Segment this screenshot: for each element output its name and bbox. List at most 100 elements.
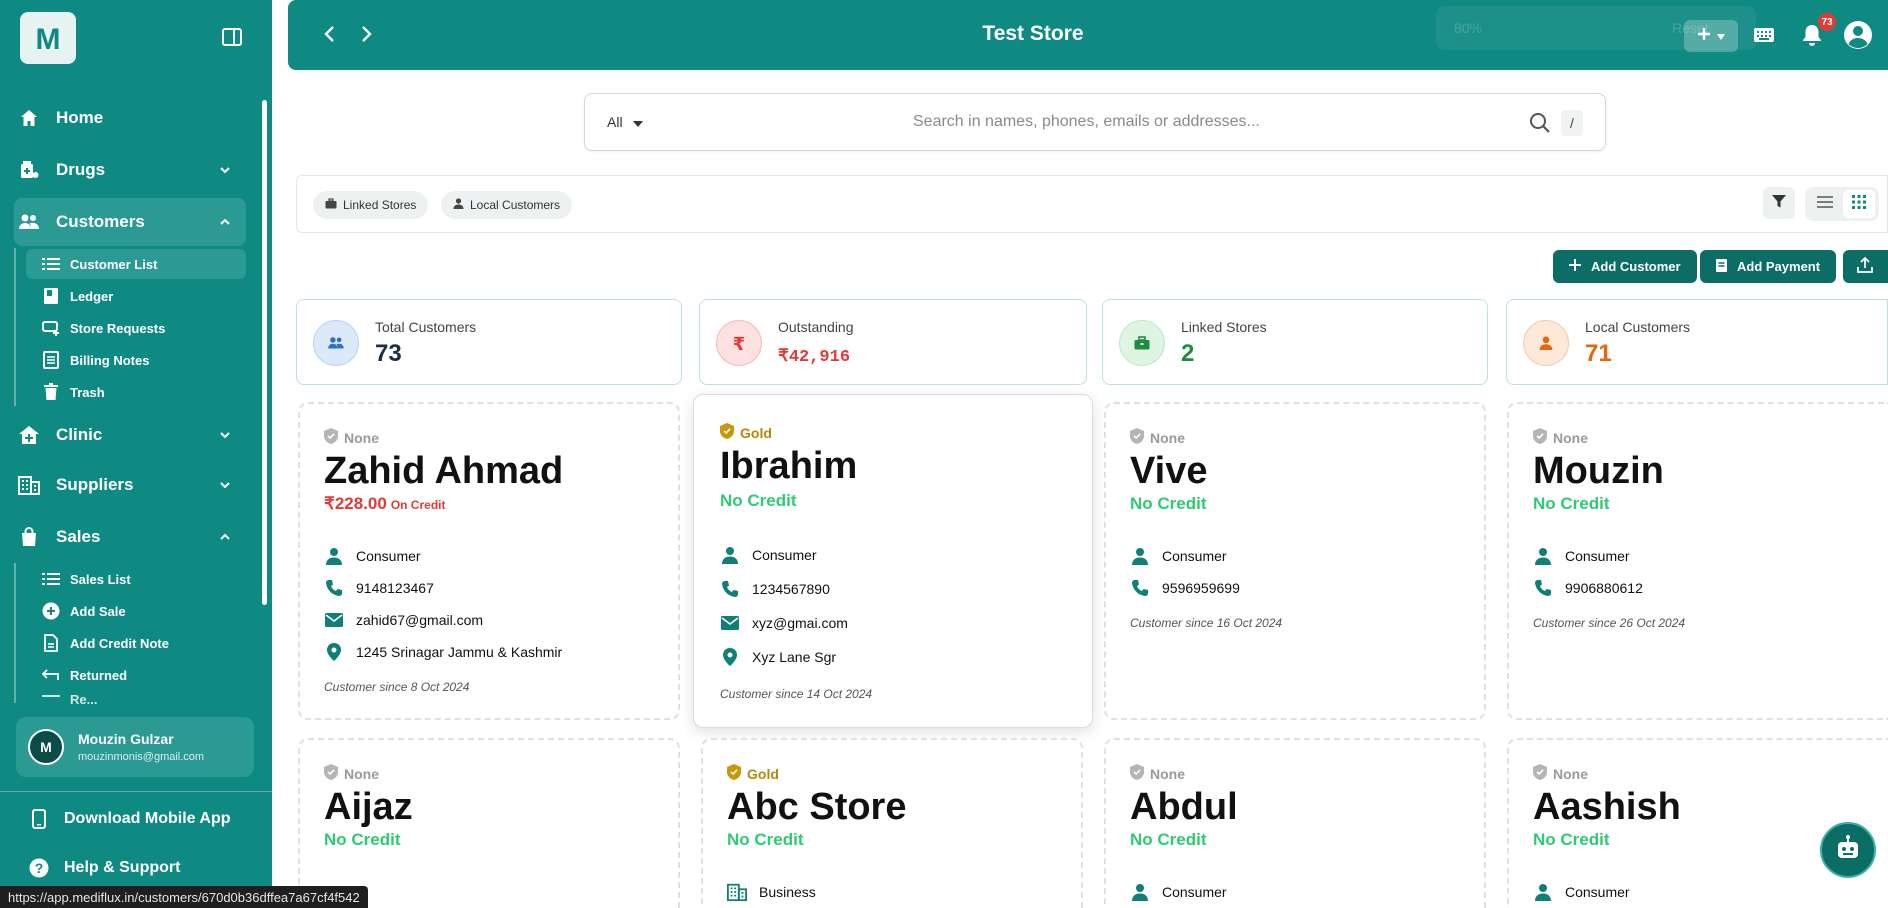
assistant-bot-button[interactable]: [1820, 822, 1876, 878]
sidebar-item-home[interactable]: Home: [14, 94, 246, 142]
customer-card[interactable]: None Aashish No Credit Consumer: [1507, 738, 1888, 908]
customer-name: Vive: [1130, 450, 1208, 492]
person-icon: [453, 198, 464, 212]
stat-value: 73: [375, 340, 402, 367]
customer-card[interactable]: None Mouzin No Credit Consumer 990688061…: [1507, 402, 1888, 720]
search-icon[interactable]: [1529, 112, 1551, 134]
return-arrow-icon: [42, 666, 60, 684]
stat-label: Local Customers: [1585, 319, 1691, 335]
users-icon: [18, 211, 40, 233]
list-view-button[interactable]: [1809, 190, 1841, 218]
customer-phone: 1234567890: [720, 579, 830, 599]
chevron-down-icon: [218, 162, 232, 176]
customer-card[interactable]: None Zahid Ahmad ₹228.00 On Credit Consum…: [298, 402, 680, 720]
tier-badge: Gold: [720, 423, 772, 442]
tier-badge: None: [1130, 428, 1185, 447]
person-icon: [1130, 546, 1150, 566]
sidebar-item-ledger[interactable]: Ledger: [26, 281, 246, 311]
view-toggle: [1805, 187, 1879, 221]
tier-badge: None: [1533, 764, 1588, 783]
filter-button[interactable]: [1763, 187, 1795, 219]
shield-check-icon: [727, 764, 741, 783]
customer-email: zahid67@gmail.com: [324, 610, 483, 630]
customer-card[interactable]: Gold Abc Store No Credit Business: [701, 738, 1083, 908]
home-icon: [18, 107, 40, 129]
customer-address: 1245 Srinagar Jammu & Kashmir: [324, 642, 562, 662]
help-support-link[interactable]: ? Help & Support: [28, 857, 180, 879]
mail-icon: [720, 613, 740, 633]
location-pin-icon: [720, 647, 740, 667]
caret-down-icon: [1717, 27, 1725, 45]
sidebar-item-add-credit-note[interactable]: Add Credit Note: [26, 628, 246, 658]
download-label: Download Mobile App: [64, 810, 231, 827]
shield-check-icon: [1533, 428, 1547, 447]
chevron-down-icon: [218, 427, 232, 441]
sidebar-item-drugs[interactable]: Drugs: [14, 146, 246, 194]
stat-total-customers: Total Customers 73: [296, 299, 682, 385]
chip-local-customers[interactable]: Local Customers: [441, 191, 573, 219]
tier-badge: None: [324, 428, 379, 447]
phone-icon: [1130, 578, 1150, 598]
customer-since: Customer since 26 Oct 2024: [1533, 616, 1686, 630]
top-bar: Test Store 80% Reset: [288, 0, 1888, 70]
tier-badge: None: [1130, 764, 1185, 783]
sidebar-item-partial[interactable]: Re...: [26, 692, 246, 704]
sidebar-item-suppliers[interactable]: Suppliers: [14, 461, 246, 509]
app-logo[interactable]: M: [20, 12, 76, 64]
grid-view-button[interactable]: [1843, 190, 1875, 218]
collapse-sidebar-icon[interactable]: [222, 28, 242, 46]
tier-badge: Gold: [727, 764, 779, 783]
chevron-up-icon: [218, 529, 232, 543]
briefcase-icon: [325, 198, 337, 212]
search-scope-value: All: [607, 114, 623, 130]
sidebar-item-returned[interactable]: Returned: [26, 660, 246, 690]
account-icon[interactable]: [1843, 20, 1873, 50]
mobile-phone-icon: [28, 808, 50, 830]
customer-card[interactable]: None Abdul No Credit Consumer: [1104, 738, 1486, 908]
stat-local-customers: Local Customers 71: [1506, 299, 1888, 385]
customer-card[interactable]: None Aijaz No Credit: [298, 738, 680, 908]
sidebar-item-sales-list[interactable]: Sales List: [26, 564, 246, 594]
shield-check-icon: [1130, 764, 1144, 783]
sidebar-item-customer-list[interactable]: Customer List: [26, 249, 246, 279]
customer-name: Aashish: [1533, 786, 1681, 828]
sidebar-item-clinic[interactable]: Clinic: [14, 411, 246, 459]
customer-type: Consumer: [1130, 882, 1227, 902]
sidebar-item-store-requests[interactable]: Store Requests: [26, 313, 246, 343]
stat-label: Linked Stores: [1181, 319, 1267, 335]
sidebar-item-billing-notes[interactable]: Billing Notes: [26, 345, 246, 375]
add-customer-button[interactable]: Add Customer: [1553, 250, 1697, 283]
export-button[interactable]: [1843, 250, 1888, 283]
sidebar-item-label: Customer List: [70, 256, 158, 272]
shield-check-icon: [324, 428, 338, 447]
keyboard-icon[interactable]: [1751, 22, 1777, 48]
credit-status: ₹228.00 On Credit: [324, 494, 446, 513]
sidebar-item-label: Clinic: [56, 425, 103, 444]
add-payment-button[interactable]: Add Payment: [1700, 250, 1837, 283]
customer-card[interactable]: None Vive No Credit Consumer 9596959699 …: [1104, 402, 1486, 720]
sidebar-item-label: Sales: [56, 527, 101, 546]
notes-icon: [42, 351, 60, 369]
phone-icon: [324, 578, 344, 598]
sidebar-item-add-sale[interactable]: Add Sale: [26, 596, 246, 626]
search-scope-select[interactable]: All: [607, 114, 643, 130]
customer-type: Consumer: [324, 546, 421, 566]
submenu-guide-line: [14, 248, 16, 406]
sidebar-item-customers[interactable]: Customers: [14, 198, 246, 246]
search-input[interactable]: Search in names, phones, emails or addre…: [913, 113, 1260, 131]
sidebar-item-sales[interactable]: Sales: [14, 513, 246, 561]
sidebar-item-trash[interactable]: Trash: [26, 377, 246, 407]
user-profile-card[interactable]: M Mouzin Gulzar mouzinmonis@gmail.com: [16, 717, 254, 777]
briefcase-icon: [1119, 320, 1165, 366]
shield-check-icon: [1533, 764, 1547, 783]
quick-add-button[interactable]: [1684, 20, 1738, 52]
list-icon: [42, 255, 60, 273]
customer-address: Xyz Lane Sgr: [720, 647, 836, 667]
customer-card[interactable]: Gold Ibrahim No Credit Consumer 12345678…: [693, 394, 1093, 728]
chip-linked-stores[interactable]: Linked Stores: [313, 191, 429, 219]
document-icon: [42, 634, 60, 652]
person-icon: [324, 546, 344, 566]
sidebar-scrollbar[interactable]: [262, 100, 267, 605]
link-request-icon: [42, 319, 60, 337]
download-mobile-app-link[interactable]: Download Mobile App: [28, 808, 231, 830]
